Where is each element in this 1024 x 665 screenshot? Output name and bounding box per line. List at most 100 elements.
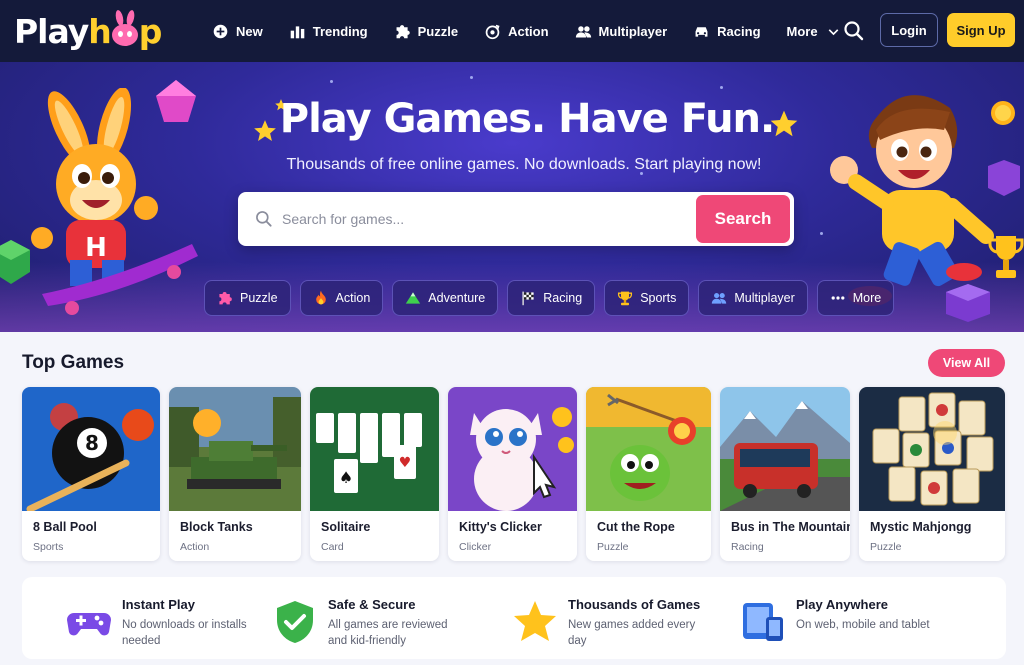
feature-title: Play Anywhere [796, 597, 889, 612]
svg-text:♠: ♠ [339, 468, 353, 487]
checkered-flag-icon [522, 291, 534, 306]
chevron-down-icon [825, 23, 842, 40]
svg-text:8: 8 [85, 431, 99, 455]
shield-check-icon [277, 601, 313, 643]
devices-icon [743, 603, 783, 641]
hero-subtitle: Thousands of free online games. No downl… [286, 156, 762, 173]
feature-description: New games added every day [568, 619, 696, 647]
playhop-logo[interactable]: Play h p [14, 9, 163, 52]
nav-link-new[interactable]: New [212, 23, 263, 40]
car-icon [693, 23, 710, 40]
category-chip-racing[interactable]: Racing [507, 280, 596, 316]
users-icon [712, 293, 727, 304]
feature-description: All games are reviewed and kid-friendly [328, 619, 448, 647]
category-chip-action[interactable]: Action [299, 280, 384, 316]
nav-link-trending[interactable]: Trending [289, 23, 368, 40]
fire-icon [315, 290, 326, 305]
game-thumbnail [448, 387, 577, 511]
game-title: Bus in The Mountains [731, 520, 850, 534]
category-chip-multiplayer[interactable]: Multiplayer [698, 280, 808, 316]
view-all-button[interactable]: View All [928, 349, 1005, 377]
gamepad-icon [67, 613, 111, 636]
nav-link-label: Action [508, 23, 549, 39]
game-category: Racing [731, 541, 764, 553]
feature-description: No downloads or installs needed [122, 619, 247, 647]
game-thumbnail [859, 387, 1005, 511]
category-chip-label: Sports [640, 291, 677, 305]
svg-text:H: H [85, 233, 107, 263]
game-card-kittys-clicker[interactable]: Kitty's Clicker Clicker [448, 387, 577, 561]
top-games-list: 8 8 Ball Pool Sports Block Tanks Action [22, 387, 1006, 561]
category-chip-adventure[interactable]: Adventure [392, 280, 499, 316]
dots-icon [831, 296, 845, 300]
search-icon[interactable] [842, 19, 866, 43]
feature-description: On web, mobile and tablet [796, 619, 930, 631]
game-thumbnail [586, 387, 711, 511]
puzzle-icon [219, 292, 232, 305]
game-card-solitaire[interactable]: ♠ ♥ Solitaire Card [310, 387, 439, 561]
category-chip-label: More [852, 291, 882, 305]
category-chip-label: Puzzle [240, 291, 278, 305]
game-thumbnail [720, 387, 850, 511]
game-card-8-ball-pool[interactable]: 8 8 Ball Pool Sports [22, 387, 160, 561]
category-chip-puzzle[interactable]: Puzzle [204, 280, 291, 316]
category-chip-label: Racing [543, 291, 583, 305]
category-chip-label: Multiplayer [734, 291, 795, 305]
category-chip-more[interactable]: More [816, 280, 895, 316]
hero-banner: H Play Games. Have Fun. Thousands of fre… [0, 62, 1024, 332]
users-icon [575, 23, 592, 40]
logo-text-play: Play [14, 11, 89, 51]
hero-title: Play Games. Have Fun. [279, 96, 775, 142]
game-category: Puzzle [597, 541, 629, 553]
nav-link-label: Puzzle [417, 23, 459, 39]
nav-link-label: Racing [717, 23, 761, 39]
search-icon [256, 211, 272, 227]
game-thumbnail: 8 [22, 387, 160, 511]
game-title: Kitty's Clicker [459, 520, 542, 534]
logo-text-h: h [88, 11, 111, 51]
nav-link-multiplayer[interactable]: Multiplayer [575, 23, 667, 40]
svg-text:♥: ♥ [399, 455, 412, 471]
nav-link-label: Trending [312, 23, 368, 39]
nav-link-more[interactable]: More [787, 23, 842, 40]
nav-link-action[interactable]: Action [484, 23, 549, 40]
nav-link-puzzle[interactable]: Puzzle [394, 23, 458, 40]
game-category: Clicker [459, 541, 492, 553]
game-title: 8 Ball Pool [33, 520, 97, 534]
game-category: Puzzle [870, 541, 902, 553]
game-thumbnail: ♠ ♥ [310, 387, 439, 511]
game-category: Card [321, 541, 344, 553]
game-title: Block Tanks [180, 520, 253, 534]
puzzle-icon [394, 23, 411, 40]
search-button[interactable]: Search [696, 195, 790, 243]
logo-text-p: p [138, 11, 163, 51]
game-title: Cut the Rope [597, 520, 675, 534]
game-card-bus-in-the-mountains[interactable]: Bus in The Mountains Racing [720, 387, 850, 561]
top-navbar: Play h p New Trending Puzzle Action Mult… [0, 0, 1024, 62]
feature-title: Instant Play [122, 597, 195, 612]
nav-links: New Trending Puzzle Action Multiplayer R… [212, 0, 842, 62]
mountain-icon [406, 292, 421, 304]
search-input[interactable] [282, 204, 682, 234]
signup-button[interactable]: Sign Up [947, 13, 1015, 47]
login-button[interactable]: Login [880, 13, 938, 47]
category-chip-label: Action [335, 291, 371, 305]
top-games-heading: Top Games [22, 352, 125, 373]
game-title: Mystic Mahjongg [870, 520, 972, 534]
game-card-cut-the-rope[interactable]: Cut the Rope Puzzle [586, 387, 711, 561]
bar-chart-icon [289, 23, 306, 40]
nav-link-label: More [786, 23, 818, 39]
game-title: Solitaire [321, 520, 371, 534]
nav-link-racing[interactable]: Racing [693, 23, 761, 40]
game-card-block-tanks[interactable]: Block Tanks Action [169, 387, 301, 561]
nav-link-label: New [236, 23, 263, 39]
bunny-logo-icon [111, 9, 138, 46]
category-chip-label: Adventure [428, 291, 486, 305]
action-icon [484, 23, 501, 40]
feature-title: Thousands of Games [568, 597, 701, 612]
trophy-icon [618, 291, 633, 306]
game-search-bar: Search [238, 192, 794, 246]
game-card-mystic-mahjongg[interactable]: Mystic Mahjongg Puzzle [859, 387, 1005, 561]
category-chip-sports[interactable]: Sports [604, 280, 690, 316]
game-category: Sports [33, 541, 64, 553]
